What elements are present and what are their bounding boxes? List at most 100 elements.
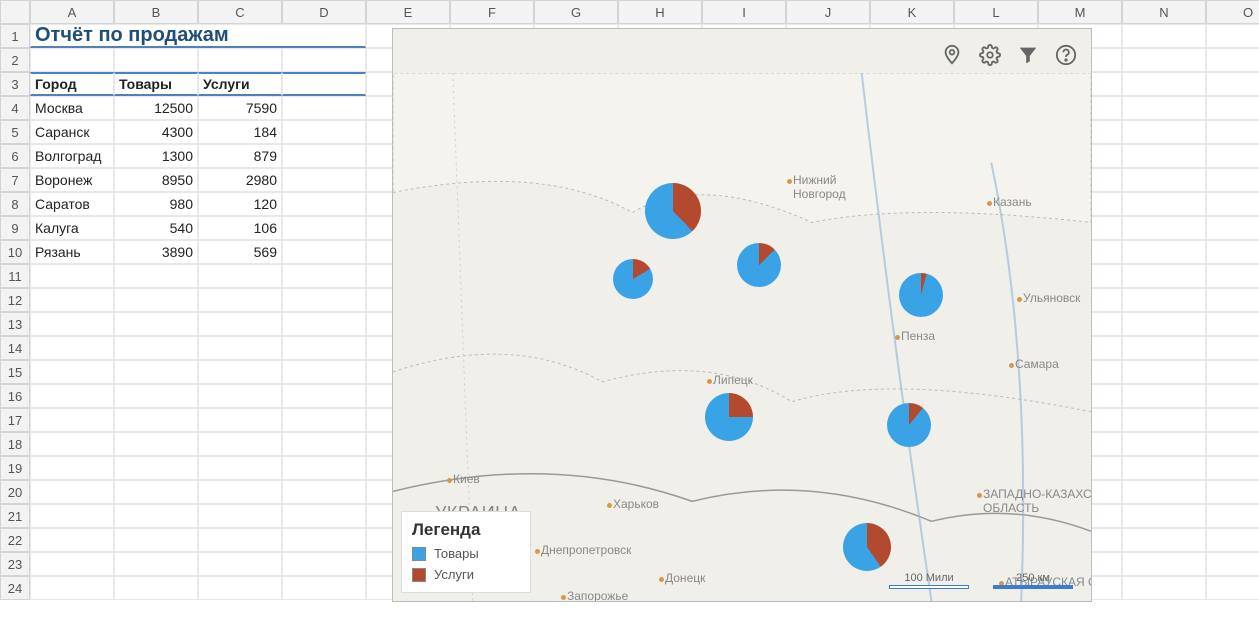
cell[interactable] — [1122, 168, 1206, 192]
cell[interactable] — [30, 264, 114, 288]
cell[interactable]: Москва — [30, 96, 114, 120]
cell[interactable] — [30, 552, 114, 576]
cell[interactable]: Товары — [114, 72, 198, 96]
cell[interactable] — [1206, 432, 1259, 456]
cell[interactable]: 7590 — [198, 96, 282, 120]
row-header[interactable]: 10 — [0, 240, 30, 264]
column-header[interactable]: K — [870, 0, 954, 24]
row-header[interactable]: 8 — [0, 192, 30, 216]
cell[interactable] — [1206, 264, 1259, 288]
cell[interactable]: Волгоград — [30, 144, 114, 168]
cell[interactable] — [282, 480, 366, 504]
map-pie[interactable] — [843, 523, 891, 571]
cell[interactable] — [282, 360, 366, 384]
cell[interactable] — [1206, 504, 1259, 528]
cell[interactable] — [114, 552, 198, 576]
cell[interactable]: 8950 — [114, 168, 198, 192]
cell[interactable] — [1122, 240, 1206, 264]
cell[interactable] — [282, 576, 366, 600]
cell[interactable]: 184 — [198, 120, 282, 144]
cell[interactable] — [1206, 24, 1259, 48]
cell[interactable] — [1122, 384, 1206, 408]
cell[interactable] — [282, 48, 366, 72]
column-header[interactable]: O — [1206, 0, 1259, 24]
cell[interactable] — [1206, 192, 1259, 216]
cell[interactable] — [30, 384, 114, 408]
cell[interactable] — [1122, 72, 1206, 96]
cell[interactable] — [282, 432, 366, 456]
cell[interactable] — [30, 408, 114, 432]
cell[interactable] — [198, 384, 282, 408]
row-header[interactable]: 22 — [0, 528, 30, 552]
cell[interactable] — [30, 432, 114, 456]
row-header[interactable]: 23 — [0, 552, 30, 576]
cell[interactable] — [1206, 552, 1259, 576]
cell[interactable] — [30, 480, 114, 504]
map-panel[interactable]: − + УКРАИНА НижнийНовгородКазаньУльяновс… — [392, 28, 1092, 602]
cell[interactable] — [1206, 120, 1259, 144]
cell[interactable] — [1122, 528, 1206, 552]
cell[interactable] — [1206, 168, 1259, 192]
cell[interactable] — [198, 480, 282, 504]
cell[interactable] — [114, 432, 198, 456]
cell[interactable] — [282, 96, 366, 120]
cell[interactable] — [282, 192, 366, 216]
cell[interactable] — [30, 528, 114, 552]
cell[interactable] — [30, 312, 114, 336]
cell[interactable] — [1122, 408, 1206, 432]
cell[interactable]: 569 — [198, 240, 282, 264]
cell[interactable] — [30, 504, 114, 528]
cell[interactable] — [198, 48, 282, 72]
cell[interactable] — [30, 48, 114, 72]
cell[interactable] — [198, 360, 282, 384]
row-header[interactable]: 6 — [0, 144, 30, 168]
column-header[interactable]: J — [786, 0, 870, 24]
pin-icon[interactable] — [939, 42, 965, 68]
cell[interactable] — [1206, 336, 1259, 360]
cell[interactable] — [282, 336, 366, 360]
cell[interactable] — [1206, 48, 1259, 72]
report-title[interactable]: Отчёт по продажам — [30, 24, 366, 48]
gear-icon[interactable] — [977, 42, 1003, 68]
cell[interactable] — [1206, 480, 1259, 504]
row-header[interactable]: 16 — [0, 384, 30, 408]
cell[interactable] — [1206, 384, 1259, 408]
cell[interactable] — [114, 336, 198, 360]
cell[interactable]: 2980 — [198, 168, 282, 192]
row-header[interactable]: 4 — [0, 96, 30, 120]
cell[interactable] — [282, 504, 366, 528]
cell[interactable]: 3890 — [114, 240, 198, 264]
column-header[interactable]: G — [534, 0, 618, 24]
cell[interactable] — [114, 384, 198, 408]
map-pie[interactable] — [899, 273, 943, 317]
cell[interactable] — [1122, 24, 1206, 48]
cell[interactable] — [198, 456, 282, 480]
cell[interactable]: Саратов — [30, 192, 114, 216]
cell[interactable] — [1206, 288, 1259, 312]
cell[interactable] — [114, 456, 198, 480]
row-header[interactable]: 18 — [0, 432, 30, 456]
cell[interactable] — [1206, 96, 1259, 120]
cell[interactable] — [1122, 504, 1206, 528]
cell[interactable] — [1206, 312, 1259, 336]
cell[interactable]: 120 — [198, 192, 282, 216]
cell[interactable] — [198, 264, 282, 288]
cell[interactable] — [1122, 432, 1206, 456]
cell[interactable] — [282, 264, 366, 288]
cell[interactable] — [198, 336, 282, 360]
cell[interactable] — [114, 312, 198, 336]
cell[interactable]: Воронеж — [30, 168, 114, 192]
row-header[interactable]: 3 — [0, 72, 30, 96]
cell[interactable] — [282, 408, 366, 432]
row-header[interactable]: 14 — [0, 336, 30, 360]
row-header[interactable]: 21 — [0, 504, 30, 528]
cell[interactable] — [1122, 120, 1206, 144]
cell[interactable] — [1206, 144, 1259, 168]
cell[interactable] — [1122, 360, 1206, 384]
column-header[interactable]: I — [702, 0, 786, 24]
cell[interactable]: Услуги — [198, 72, 282, 96]
cell[interactable] — [1206, 408, 1259, 432]
cell[interactable] — [1122, 312, 1206, 336]
column-header[interactable]: N — [1122, 0, 1206, 24]
cell[interactable] — [1122, 480, 1206, 504]
